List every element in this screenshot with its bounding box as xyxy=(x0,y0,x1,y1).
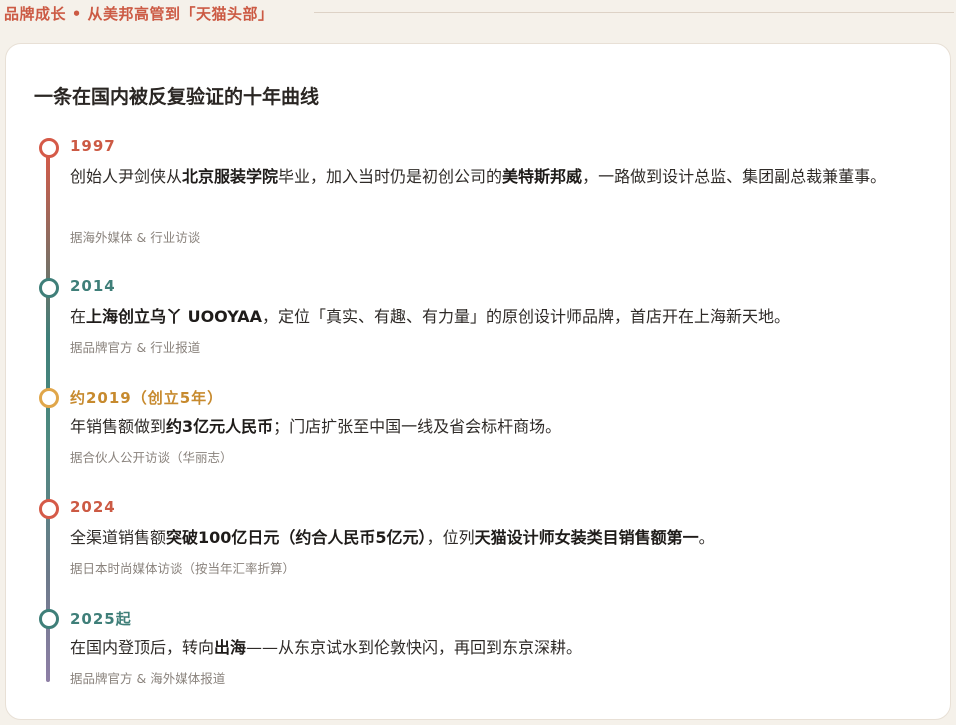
event-highlight: 出海 xyxy=(214,638,247,657)
event-highlight: 上海创立乌丫 UOOYAA xyxy=(86,307,263,326)
event-description: 在国内登顶后，转向出海——从东京试水到伦敦快闪，再回到东京深耕。 xyxy=(70,634,922,661)
timeline-dot-icon xyxy=(39,499,59,519)
timeline-dot-icon xyxy=(39,138,59,158)
event-text: 创始人尹剑侠从 xyxy=(70,167,183,186)
event-description: 全渠道销售额突破100亿日元（约合人民币5亿元），位列天猫设计师女装类目销售额第… xyxy=(70,524,922,551)
event-year: 约2019（创立5年） xyxy=(70,389,224,407)
section-header: 品牌成长 • 从美邦高管到「天猫头部」 xyxy=(0,0,956,28)
event-highlight: 天猫设计师女装类目销售额第一 xyxy=(474,528,699,547)
timeline-dot-icon xyxy=(39,278,59,298)
event-source: 据海外媒体 & 行业访谈 xyxy=(70,230,201,245)
timeline-card: 一条在国内被反复验证的十年曲线 1997 创始人尹剑侠从北京服装学院毕业，加入当… xyxy=(5,43,951,720)
event-text: 在 xyxy=(70,307,87,326)
event-source: 据品牌官方 & 行业报道 xyxy=(70,340,201,355)
timeline-dot-icon xyxy=(39,388,59,408)
event-text: 在国内登顶后，转向 xyxy=(70,638,215,657)
section-divider xyxy=(314,12,954,13)
event-highlight: 美特斯邦威 xyxy=(502,167,583,186)
event-source: 据品牌官方 & 海外媒体报道 xyxy=(70,671,226,686)
page: 品牌成长 • 从美邦高管到「天猫头部」 一条在国内被反复验证的十年曲线 1997… xyxy=(0,0,956,725)
event-highlight: 突破100亿日元（约合人民币5亿元） xyxy=(166,528,427,547)
event-source: 据日本时尚媒体访谈（按当年汇率折算） xyxy=(70,561,296,576)
event-text: 全渠道销售额 xyxy=(70,528,167,547)
event-text: ，位列 xyxy=(426,528,475,547)
event-description: 年销售额做到约3亿元人民币；门店扩张至中国一线及省会标杆商场。 xyxy=(70,413,922,440)
event-year: 1997 xyxy=(70,137,116,155)
event-description: 在上海创立乌丫 UOOYAA，定位「真实、有趣、有力量」的原创设计师品牌，首店开… xyxy=(70,303,922,330)
event-highlight: 北京服装学院 xyxy=(182,167,279,186)
event-text: 年销售额做到 xyxy=(70,417,167,436)
timeline-dot-icon xyxy=(39,609,59,629)
section-title: 品牌成长 • 从美邦高管到「天猫头部」 xyxy=(4,5,274,23)
event-description: 创始人尹剑侠从北京服装学院毕业，加入当时仍是初创公司的美特斯邦威，一路做到设计总… xyxy=(70,163,922,190)
event-source: 据合伙人公开访谈（华丽志） xyxy=(70,450,233,465)
event-year: 2025起 xyxy=(70,610,132,628)
event-text: ；门店扩张至中国一线及省会标杆商场。 xyxy=(273,417,562,436)
event-year: 2024 xyxy=(70,498,116,516)
card-title: 一条在国内被反复验证的十年曲线 xyxy=(34,86,320,108)
event-text: ，一路做到设计总监、集团副总裁兼董事。 xyxy=(582,167,887,186)
event-year: 2014 xyxy=(70,277,116,295)
event-text: 。 xyxy=(698,528,715,547)
event-highlight: 约3亿元人民币 xyxy=(166,417,274,436)
timeline-rail xyxy=(46,152,50,682)
event-text: 毕业，加入当时仍是初创公司的 xyxy=(278,167,503,186)
event-text: ，定位「真实、有趣、有力量」的原创设计师品牌，首店开在上海新天地。 xyxy=(262,307,791,326)
event-text: ——从东京试水到伦敦快闪，再回到东京深耕。 xyxy=(246,638,583,657)
